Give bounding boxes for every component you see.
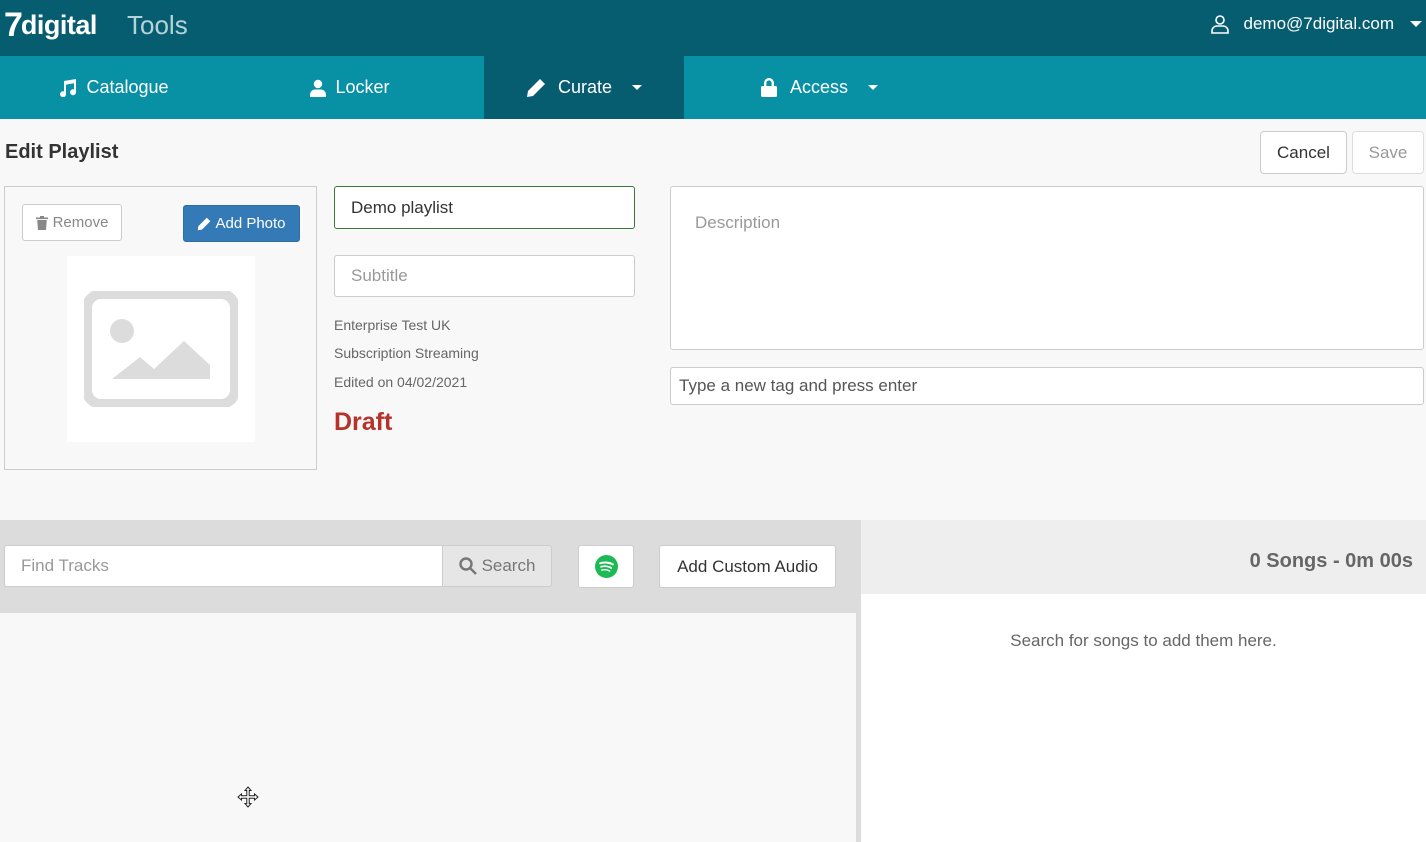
add-photo-label: Add Photo [215, 215, 286, 232]
top-bar: 7 digital Tools demo@7digital.com [0, 0, 1426, 56]
music-note-icon [60, 78, 77, 97]
nav-item-access[interactable]: Access [684, 56, 954, 119]
playlist-tracks-panel: Search for songs to add them here. [861, 594, 1426, 842]
main-nav: Catalogue Locker Curate Access [0, 56, 1426, 119]
user-email: demo@7digital.com [1243, 14, 1395, 33]
search-results-panel [0, 613, 856, 842]
subtitle-field[interactable]: Subtitle [334, 255, 635, 297]
edited-date: Edited on 04/02/2021 [334, 374, 468, 390]
description-field[interactable]: Description [670, 186, 1424, 350]
enterprise-label: Enterprise Test UK [334, 317, 451, 333]
chevron-down-icon [868, 85, 879, 90]
playlist-image [67, 256, 255, 442]
logo[interactable]: 7 digital [4, 8, 97, 42]
app-name: Tools [127, 10, 188, 40]
image-placeholder-icon [84, 291, 238, 407]
track-search-bar: Find Tracks Search Add Custom Audio [0, 520, 861, 613]
search-label: Search [481, 556, 536, 575]
save-button[interactable]: Save [1352, 131, 1424, 174]
spotify-icon [594, 555, 618, 578]
service-label: Subscription Streaming [334, 345, 479, 361]
photo-panel: Remove Add Photo [4, 186, 317, 470]
pencil-icon [198, 217, 211, 230]
move-cursor-icon [237, 786, 259, 808]
tag-input[interactable]: Type a new tag and press enter [670, 367, 1424, 405]
page-title: Edit Playlist [5, 141, 119, 163]
chevron-down-icon [632, 85, 643, 90]
empty-playlist-message: Search for songs to add them here. [1010, 631, 1277, 650]
lock-icon [760, 77, 777, 97]
playlist-summary-bar: 0 Songs - 0m 00s [861, 520, 1426, 594]
nav-item-curate[interactable]: Curate [484, 56, 684, 119]
nav-item-catalogue[interactable]: Catalogue [0, 56, 227, 119]
nav-label: Catalogue [86, 77, 169, 97]
pencil-icon [526, 78, 545, 97]
nav-label: Access [789, 77, 849, 97]
add-photo-button[interactable]: Add Photo [183, 205, 300, 242]
nav-item-locker[interactable]: Locker [227, 56, 472, 119]
search-icon [458, 557, 477, 575]
find-tracks-input[interactable]: Find Tracks [4, 545, 443, 587]
user-icon [1210, 15, 1229, 34]
remove-label: Remove [52, 214, 109, 231]
user-menu[interactable]: demo@7digital.com [1210, 0, 1426, 48]
status-badge: Draft [334, 408, 393, 436]
spotify-button[interactable] [578, 545, 634, 588]
nav-label: Curate [557, 77, 613, 97]
user-icon [310, 79, 327, 97]
song-count: 0 Songs - 0m 00s [1249, 550, 1413, 572]
trash-icon [35, 215, 48, 230]
search-button[interactable]: Search [442, 545, 552, 587]
logo-word: digital [20, 9, 98, 40]
add-custom-audio-button[interactable]: Add Custom Audio [659, 545, 836, 588]
remove-photo-button[interactable]: Remove [22, 204, 122, 241]
chevron-down-icon [1410, 21, 1422, 27]
logo-number: 7 [4, 6, 23, 44]
playlist-name-field[interactable]: Demo playlist [334, 186, 635, 229]
nav-label: Locker [335, 77, 390, 97]
cancel-button[interactable]: Cancel [1260, 131, 1347, 174]
